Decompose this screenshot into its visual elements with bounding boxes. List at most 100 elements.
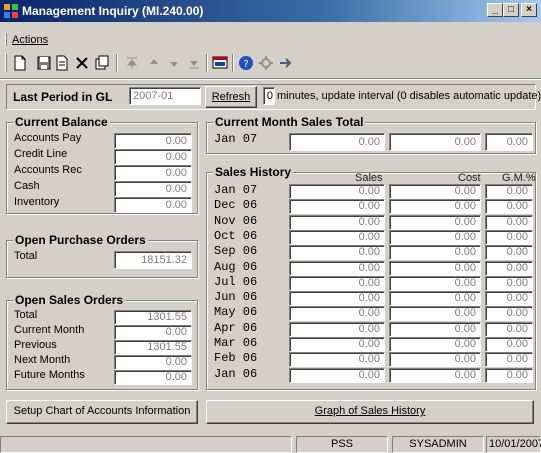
setup-chart-of-accounts-button[interactable]: Setup Chart of Accounts Information	[6, 400, 198, 424]
close-button[interactable]: ×	[521, 3, 537, 17]
history-cost-field[interactable]: 0.00	[389, 229, 481, 245]
history-gm-field[interactable]: 0.00	[485, 337, 533, 352]
history-gm-field[interactable]: 0.00	[485, 245, 533, 261]
toolbar-grip	[5, 54, 7, 72]
status-company: PSS	[296, 436, 388, 453]
history-gm-field[interactable]: 0.00	[485, 229, 533, 245]
minimize-button[interactable]: _	[487, 3, 503, 17]
sales-order-field[interactable]: 0.00	[114, 370, 192, 385]
settings-icon[interactable]	[258, 55, 274, 71]
history-gm-field[interactable]: 0.00	[485, 321, 533, 337]
next-icon[interactable]	[166, 55, 182, 71]
history-cost-field[interactable]: 0.00	[389, 260, 481, 276]
copy-icon[interactable]	[94, 55, 110, 71]
delete-record-icon[interactable]	[54, 55, 70, 71]
update-interval-field[interactable]: 0	[263, 87, 275, 105]
history-gm-field[interactable]: 0.00	[485, 214, 533, 230]
history-gm-field[interactable]: 0.00	[485, 275, 533, 291]
new-icon[interactable]	[12, 55, 28, 71]
history-sales-field[interactable]: 0.00	[289, 291, 385, 307]
sales-order-field[interactable]: 0.00	[114, 355, 192, 370]
history-period: Aug 06	[214, 259, 258, 274]
history-period: Apr 06	[214, 320, 258, 335]
refresh-button[interactable]: Refresh	[205, 86, 257, 108]
sales-order-label: Current Month	[14, 324, 85, 336]
status-panel-main	[0, 436, 292, 453]
history-sales-field[interactable]: 0.00	[289, 184, 385, 199]
balance-label: Accounts Rec	[14, 164, 82, 176]
current-month-gm-field[interactable]: 0.00	[485, 133, 533, 151]
history-cost-field[interactable]: 0.00	[389, 367, 481, 383]
menu-actions[interactable]: Actions	[12, 34, 48, 46]
history-gm-field[interactable]: 0.00	[485, 291, 533, 307]
sales-order-label: Total	[14, 309, 38, 321]
history-sales-field[interactable]: 0.00	[289, 260, 385, 276]
title-bar[interactable]: Management Inquiry (MI.240.00) _ □ ×	[0, 0, 541, 22]
gm-header: G.M.%	[502, 172, 536, 184]
history-gm-field[interactable]: 0.00	[485, 352, 533, 368]
history-gm-field[interactable]: 0.00	[485, 260, 533, 276]
help-icon[interactable]: ?	[238, 55, 254, 71]
history-sales-field[interactable]: 0.00	[289, 367, 385, 383]
balance-field[interactable]: 0.00	[114, 149, 192, 165]
history-sales-field[interactable]: 0.00	[289, 352, 385, 368]
refresh-label: Refresh	[211, 91, 251, 103]
balance-label: Accounts Pay	[14, 132, 82, 144]
history-cost-field[interactable]: 0.00	[389, 337, 481, 352]
sales-order-label: Next Month	[14, 354, 71, 366]
save-icon[interactable]	[36, 55, 52, 71]
history-period: Jun 06	[214, 290, 258, 305]
update-interval-text: minutes, update interval (0 disables aut…	[277, 90, 541, 102]
screen-icon[interactable]	[212, 55, 228, 71]
current-month-sales-field[interactable]: 0.00	[289, 133, 385, 151]
po-total-field[interactable]: 18151.32	[114, 251, 192, 269]
app-icon	[4, 4, 18, 18]
previous-icon[interactable]	[146, 55, 162, 71]
history-gm-field[interactable]: 0.00	[485, 184, 533, 199]
balance-field[interactable]: 0.00	[114, 165, 192, 181]
balance-field[interactable]: 0.00	[114, 133, 192, 149]
history-sales-field[interactable]: 0.00	[289, 275, 385, 291]
history-gm-field[interactable]: 0.00	[485, 367, 533, 383]
maximize-button[interactable]: □	[503, 3, 519, 17]
history-sales-field[interactable]: 0.00	[289, 214, 385, 230]
balance-field[interactable]: 0.00	[114, 181, 192, 197]
history-cost-field[interactable]: 0.00	[389, 321, 481, 337]
sales-order-field[interactable]: 1301.55	[114, 310, 192, 325]
last-icon[interactable]	[186, 55, 202, 71]
last-period-field[interactable]: 2007-01	[129, 87, 201, 105]
history-cost-field[interactable]: 0.00	[389, 245, 481, 261]
close-x-icon[interactable]	[74, 55, 90, 71]
history-sales-field[interactable]: 0.00	[289, 306, 385, 322]
history-period: May 06	[214, 305, 258, 320]
history-cost-field[interactable]: 0.00	[389, 291, 481, 307]
history-period: Sep 06	[214, 244, 258, 259]
sales-order-field[interactable]: 1301.55	[114, 340, 192, 355]
po-total-label: Total	[14, 250, 38, 262]
history-sales-field[interactable]: 0.00	[289, 199, 385, 215]
first-icon[interactable]	[124, 55, 140, 71]
status-date: 10/01/2007	[486, 436, 541, 453]
history-gm-field[interactable]: 0.00	[485, 306, 533, 322]
history-cost-field[interactable]: 0.00	[389, 199, 481, 215]
balance-field[interactable]: 0.00	[114, 197, 192, 213]
history-sales-field[interactable]: 0.00	[289, 337, 385, 352]
last-period-label: Last Period in GL	[13, 90, 113, 104]
history-cost-field[interactable]: 0.00	[389, 275, 481, 291]
balance-label: Credit Line	[14, 148, 68, 160]
history-sales-field[interactable]: 0.00	[289, 229, 385, 245]
history-gm-field[interactable]: 0.00	[485, 199, 533, 215]
history-cost-field[interactable]: 0.00	[389, 184, 481, 199]
history-period: Feb 06	[214, 351, 258, 366]
current-month-cost-field[interactable]: 0.00	[389, 133, 481, 151]
history-period: Jan 07	[214, 183, 258, 197]
sales-order-field[interactable]: 0.00	[114, 325, 192, 340]
history-period: Jul 06	[214, 274, 258, 289]
history-cost-field[interactable]: 0.00	[389, 306, 481, 322]
navigate-icon[interactable]	[278, 55, 294, 71]
history-cost-field[interactable]: 0.00	[389, 352, 481, 368]
history-sales-field[interactable]: 0.00	[289, 321, 385, 337]
history-sales-field[interactable]: 0.00	[289, 245, 385, 261]
history-cost-field[interactable]: 0.00	[389, 214, 481, 230]
graph-of-sales-history-button[interactable]: Graph of Sales History	[206, 400, 534, 424]
